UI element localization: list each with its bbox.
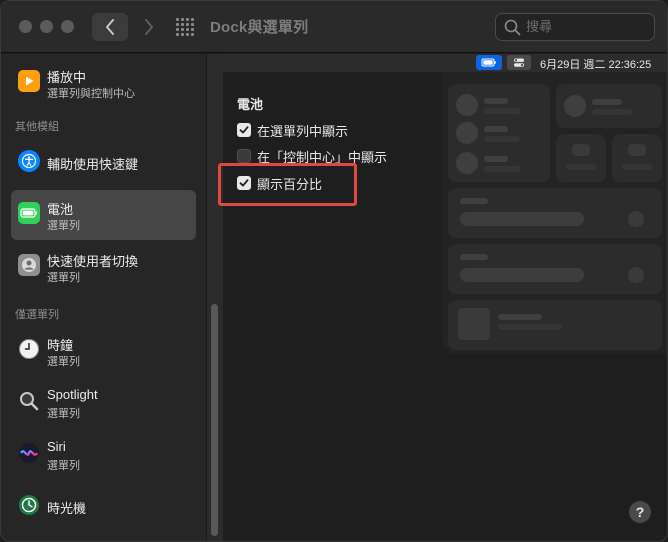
show-in-control-center-checkbox[interactable] — [237, 149, 251, 163]
preview-now-playing-card — [448, 300, 662, 350]
sidebar-item-label: 輔助使用快速鍵 — [47, 157, 139, 172]
close-window-button[interactable] — [19, 20, 32, 33]
menu-bar-control-center-icon — [507, 55, 531, 70]
sidebar-item-spotlight[interactable]: Spotlight 選單列 — [11, 378, 196, 428]
show-all-grid-icon[interactable] — [176, 18, 195, 37]
sidebar-item-label: 時鐘 — [47, 338, 74, 353]
sidebar-item-sublabel: 選單列與控制中心 — [47, 88, 135, 100]
preview-tile-right — [612, 134, 662, 182]
chevron-right-icon — [145, 19, 153, 35]
preview-tile-left — [556, 134, 606, 182]
sidebar-item-now-playing[interactable]: 播放中 選單列與控制中心 — [11, 58, 196, 108]
sidebar-item-fast-user-switching[interactable]: 快速使用者切換 選單列 — [11, 242, 196, 292]
sidebar: 播放中 選單列與控制中心 其他模組 輔助使用快速鍵 電池 選單列 快速使用者切換… — [1, 54, 206, 541]
search-input[interactable] — [526, 19, 646, 34]
sidebar-item-label: 快速使用者切換 — [47, 254, 139, 269]
time-machine-icon — [18, 494, 40, 516]
section-header-other-modules: 其他模組 — [15, 121, 59, 133]
menu-bar-clock: 6月29日 週二 22:36:25 — [540, 59, 652, 71]
clock-icon — [18, 338, 40, 360]
minimize-window-button[interactable] — [40, 20, 53, 33]
sidebar-item-label: Spotlight — [47, 387, 98, 402]
window: Dock與選單列 播放中 選單列與控制中心 其他模組 輔助使用快速鍵 電池 — [0, 0, 668, 542]
help-button[interactable]: ? — [629, 501, 651, 523]
menu-bar-battery-icon — [476, 55, 502, 70]
preview-connectivity-card — [448, 84, 550, 182]
sidebar-item-time-machine[interactable]: 時光機 — [11, 482, 196, 532]
back-button[interactable] — [92, 13, 128, 41]
sidebar-item-label: Siri — [47, 439, 66, 454]
sidebar-item-sublabel: 選單列 — [47, 460, 80, 472]
option-show-in-menu-bar[interactable]: 在選單列中顯示 — [237, 121, 348, 139]
highlight-box — [218, 163, 357, 206]
sidebar-item-accessibility-shortcuts[interactable]: 輔助使用快速鍵 — [11, 138, 196, 188]
battery-icon — [18, 202, 40, 224]
checkmark-icon — [239, 126, 249, 134]
now-playing-icon — [18, 70, 40, 92]
battery-section-title: 電池 — [237, 97, 264, 112]
control-center-preview — [442, 72, 667, 354]
title-bar: Dock與選單列 — [1, 1, 667, 53]
sidebar-item-clock[interactable]: 時鐘 選單列 — [11, 326, 196, 376]
forward-button[interactable] — [131, 13, 167, 41]
sidebar-item-label: 電池 — [47, 202, 74, 217]
chevron-left-icon — [106, 19, 114, 35]
sidebar-item-siri[interactable]: Siri 選單列 — [11, 430, 196, 480]
sidebar-item-sublabel: 選單列 — [47, 272, 80, 284]
search-field[interactable] — [495, 13, 655, 41]
sidebar-item-label: 時光機 — [47, 501, 87, 516]
siri-icon — [18, 442, 40, 464]
sidebar-item-sublabel: 選單列 — [47, 220, 80, 232]
sidebar-item-label: 播放中 — [47, 70, 87, 85]
sidebar-item-sublabel: 選單列 — [47, 408, 80, 420]
sidebar-scrollbar[interactable] — [206, 54, 223, 541]
spotlight-icon — [18, 390, 40, 412]
show-in-menu-bar-checkbox[interactable] — [237, 123, 251, 137]
search-icon — [504, 19, 521, 36]
sidebar-scroll-thumb[interactable] — [211, 304, 218, 536]
battery-settings-pane: 6月29日 週二 22:36:25 電池 在選單列中顯示 在「控制中心」中顯示 … — [218, 54, 667, 541]
sidebar-item-battery[interactable]: 電池 選單列 — [11, 190, 196, 240]
menu-bar-preview: 6月29日 週二 22:36:25 — [223, 54, 667, 72]
user-switch-icon — [18, 254, 40, 276]
option-label: 在選單列中顯示 — [257, 123, 349, 139]
sidebar-item-sublabel: 選單列 — [47, 356, 80, 368]
preview-focus-card — [556, 84, 662, 128]
window-title: Dock與選單列 — [210, 19, 309, 36]
preview-display-slider — [448, 188, 662, 238]
zoom-window-button[interactable] — [61, 20, 74, 33]
preview-sound-slider — [448, 244, 662, 294]
accessibility-icon — [18, 150, 40, 172]
section-header-menu-bar-only: 僅選單列 — [15, 309, 59, 321]
